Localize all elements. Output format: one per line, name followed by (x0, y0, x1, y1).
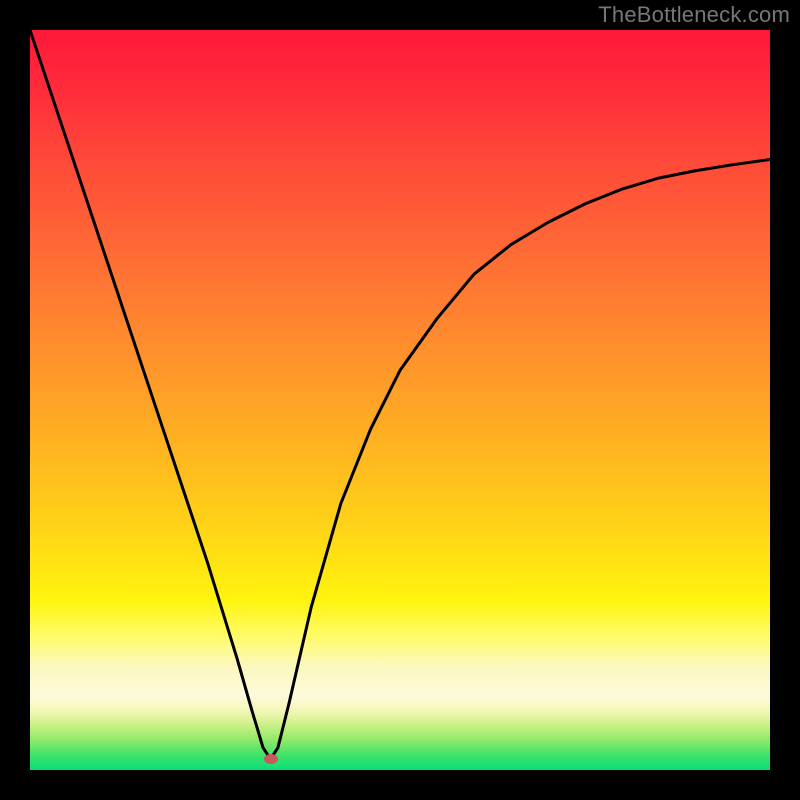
min-marker (264, 754, 278, 764)
plot-area (30, 30, 770, 770)
watermark-text: TheBottleneck.com (598, 2, 790, 28)
bottleneck-curve (30, 30, 770, 770)
chart-frame: TheBottleneck.com (0, 0, 800, 800)
